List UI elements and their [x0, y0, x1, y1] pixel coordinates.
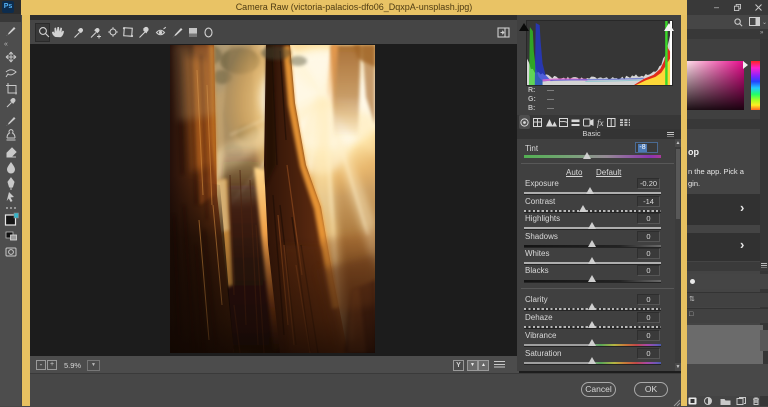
svg-text:fx: fx	[597, 118, 604, 128]
